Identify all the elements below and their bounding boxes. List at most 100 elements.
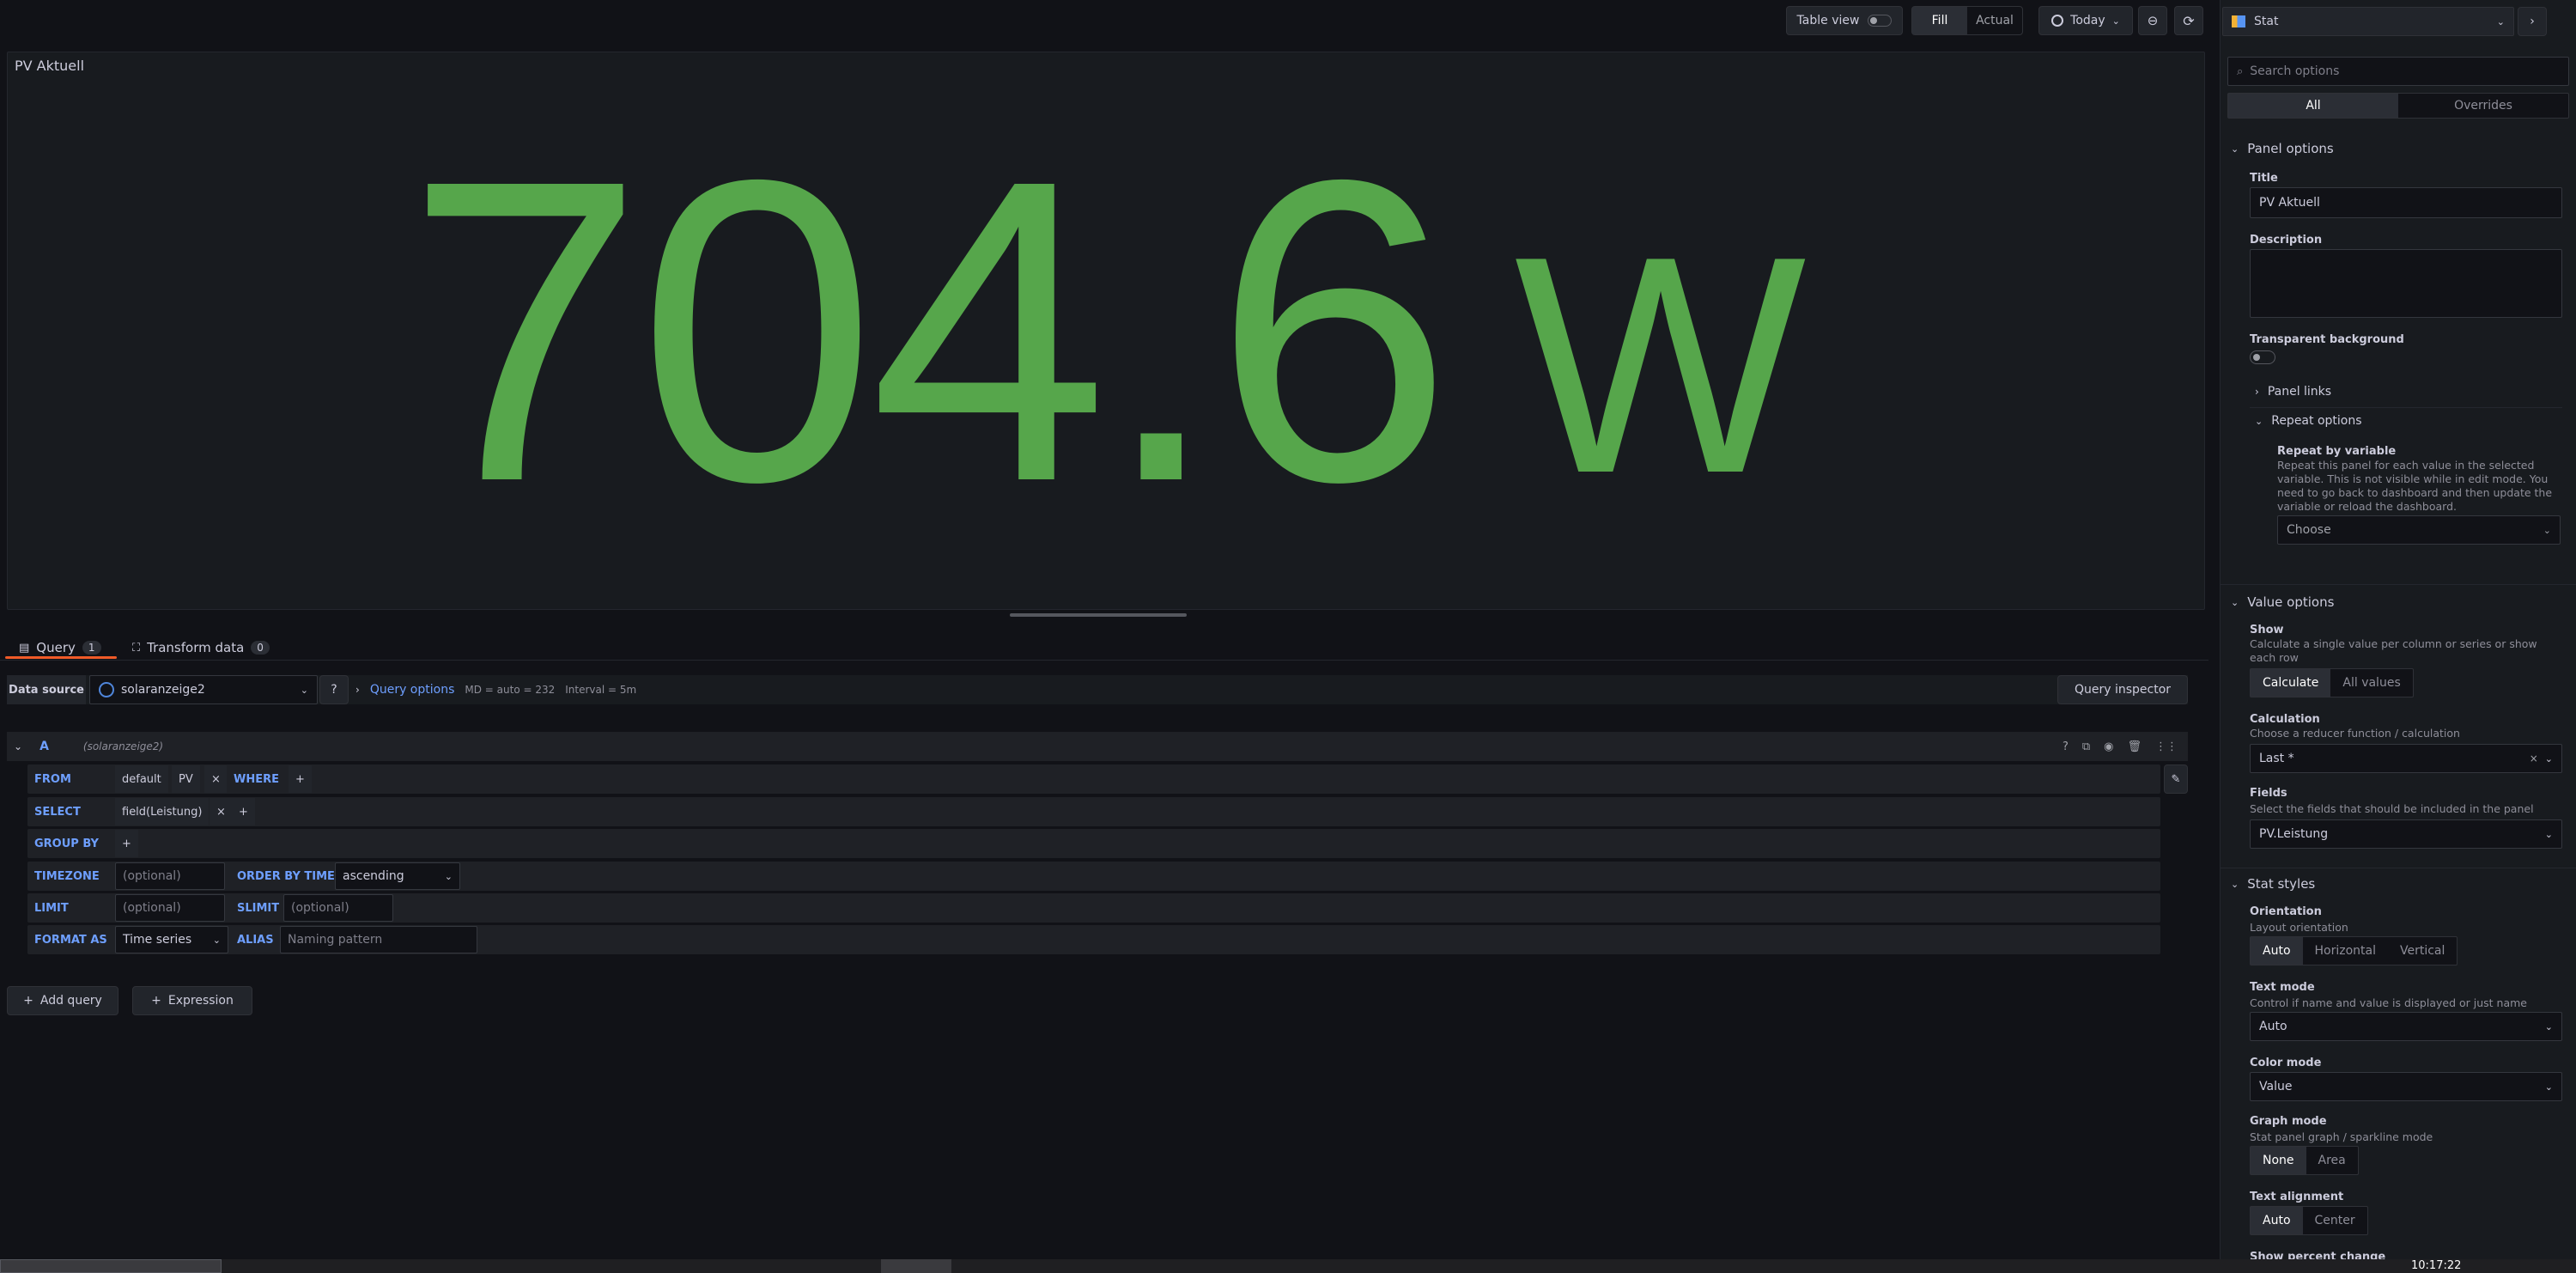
limit-input[interactable]: (optional) (115, 894, 225, 922)
orientation-vertical[interactable]: Vertical (2388, 937, 2457, 965)
add-query-button[interactable]: + Add query (7, 986, 118, 1015)
panel-options-label: Panel options (2247, 141, 2334, 156)
zoom-out-icon: ⊖ (2147, 13, 2159, 28)
show-all-values[interactable]: All values (2330, 669, 2412, 697)
format-select[interactable]: Time series ⌄ (115, 926, 228, 953)
taskbar-search[interactable] (0, 1259, 222, 1273)
text-alignment-auto[interactable]: Auto (2251, 1207, 2303, 1234)
title-input[interactable]: PV Aktuell (2250, 187, 2562, 218)
tab-transform[interactable]: ⛶ Transform data 0 (132, 632, 270, 663)
datasource-picker[interactable]: solaranzeige2 ⌄ (89, 675, 318, 704)
time-range-picker[interactable]: Today ⌄ (2038, 6, 2133, 35)
add-group-by-button[interactable]: + (115, 830, 138, 857)
search-options-input[interactable]: ⌕ Search options (2227, 57, 2569, 86)
stat-unit: W (1514, 192, 1807, 538)
calculation-select[interactable]: Last * × ⌄ (2250, 744, 2562, 773)
transform-icon: ⛶ (132, 641, 141, 655)
query-header[interactable]: ⌄ A (solaranzeige2) ? ⧉ ◉ 🗑 ⋮⋮ (7, 732, 2188, 761)
add-expression-button[interactable]: + Expression (132, 986, 252, 1015)
chevron-down-icon: ⌄ (2231, 143, 2239, 155)
color-mode-select[interactable]: Value ⌄ (2250, 1072, 2562, 1101)
timezone-row: TIMEZONE (optional) ORDER BY TIME ascend… (27, 862, 2160, 891)
resize-handle[interactable] (1010, 613, 1187, 617)
tab-all[interactable]: All (2228, 94, 2398, 118)
eye-icon[interactable]: ◉ (2104, 740, 2113, 753)
plus-icon: + (151, 994, 161, 1008)
stat-styles-header[interactable]: ⌄ Stat styles (2231, 876, 2315, 892)
edit-raw-button[interactable]: ✎ (2164, 764, 2188, 794)
visualization-picker[interactable]: Stat ⌄ (2222, 7, 2514, 36)
table-view-toggle[interactable]: Table view (1786, 6, 1903, 35)
datasource-help-button[interactable]: ? (319, 675, 349, 704)
orientation-horizontal[interactable]: Horizontal (2303, 937, 2388, 965)
order-select[interactable]: ascending ⌄ (335, 862, 460, 890)
add-query-label: Add query (39, 994, 102, 1008)
graph-mode-none[interactable]: None (2251, 1147, 2306, 1174)
fill-button[interactable]: Fill (1912, 7, 1967, 34)
where-keyword: WHERE (227, 765, 287, 793)
query-options-toggle[interactable]: › Query options MD = auto = 232 Interval… (355, 675, 636, 704)
database-icon: ▤ (19, 641, 30, 655)
stat-viz-icon (2232, 15, 2245, 27)
select-field[interactable]: field(Leistung) (115, 798, 210, 825)
time-range-label: Today (2070, 14, 2105, 27)
drag-handle-icon[interactable]: ⋮⋮ (2155, 740, 2178, 753)
zoom-out-button[interactable]: ⊖ (2138, 6, 2167, 35)
toggle-switch[interactable] (1868, 15, 1893, 27)
pencil-icon: ✎ (2171, 772, 2181, 786)
orientation-label: Orientation (2250, 905, 2322, 918)
transform-count-badge: 0 (251, 641, 270, 655)
text-mode-select[interactable]: Auto ⌄ (2250, 1012, 2562, 1041)
add-select-button[interactable]: + (232, 798, 255, 825)
tab-overrides[interactable]: Overrides (2398, 94, 2568, 118)
chevron-right-icon: › (355, 684, 360, 696)
from-policy[interactable]: default (115, 765, 168, 793)
orientation-description: Layout orientation (2250, 921, 2348, 934)
taskbar-active-app[interactable] (881, 1259, 951, 1273)
trash-icon[interactable]: 🗑 (2127, 740, 2142, 753)
panel-options-header[interactable]: ⌄ Panel options (2231, 141, 2334, 156)
format-row: FORMAT AS Time series ⌄ ALIAS Naming patt… (27, 925, 2160, 954)
chevron-down-icon: ⌄ (212, 934, 221, 946)
actual-button[interactable]: Actual (1967, 7, 2022, 34)
remove-field-button[interactable]: × (210, 798, 233, 825)
duplicate-icon[interactable]: ⧉ (2082, 740, 2090, 753)
graph-mode-area[interactable]: Area (2306, 1147, 2358, 1174)
panel-links-header[interactable]: › Panel links (2255, 385, 2331, 399)
format-keyword: FORMAT AS (27, 926, 113, 953)
transparent-toggle[interactable] (2250, 350, 2275, 364)
group-by-keyword: GROUP BY (27, 830, 113, 857)
repeat-options-label: Repeat options (2271, 414, 2362, 428)
md-info: MD = auto = 232 (465, 684, 556, 696)
orientation-auto[interactable]: Auto (2251, 937, 2303, 965)
chevron-down-icon: ⌄ (2255, 415, 2263, 427)
query-inspector-button[interactable]: Query inspector (2057, 675, 2188, 704)
refresh-button[interactable]: ⟳ (2174, 6, 2203, 35)
from-measurement[interactable]: PV (172, 765, 200, 793)
text-alignment-center[interactable]: Center (2303, 1207, 2367, 1234)
remove-measurement-button[interactable]: × (204, 765, 228, 793)
show-calculate[interactable]: Calculate (2251, 669, 2331, 697)
alias-input[interactable]: Naming pattern (280, 926, 477, 953)
graph-mode-radio: None Area (2250, 1146, 2359, 1175)
repeat-select[interactable]: Choose ⌄ (2277, 515, 2561, 545)
title-label: Title (2250, 172, 2278, 185)
description-textarea[interactable] (2250, 249, 2562, 318)
select-keyword: SELECT (27, 798, 113, 825)
clear-icon[interactable]: × (2530, 752, 2538, 764)
help-icon[interactable]: ? (2063, 740, 2069, 753)
collapse-icon[interactable]: ⌄ (14, 740, 22, 752)
chevron-down-icon: ⌄ (300, 684, 308, 696)
slimit-input[interactable]: (optional) (283, 894, 393, 922)
os-taskbar: 10:17:22 (0, 1259, 2576, 1273)
repeat-options-header[interactable]: ⌄ Repeat options (2255, 414, 2362, 428)
fields-select[interactable]: PV.Leistung ⌄ (2250, 819, 2562, 849)
value-options-header[interactable]: ⌄ Value options (2231, 594, 2334, 610)
add-where-button[interactable]: + (289, 765, 312, 793)
fill-actual-toggle: Fill Actual (1911, 6, 2023, 35)
query-ref-id[interactable]: A (39, 740, 49, 753)
text-mode-value: Auto (2259, 1020, 2287, 1033)
timezone-input[interactable]: (optional) (115, 862, 225, 890)
order-value: ascending (343, 869, 404, 883)
collapse-sidebar-button[interactable]: › (2518, 7, 2547, 36)
